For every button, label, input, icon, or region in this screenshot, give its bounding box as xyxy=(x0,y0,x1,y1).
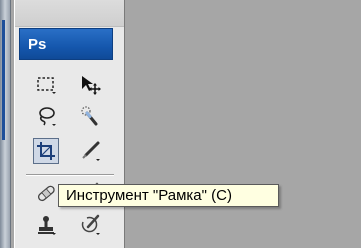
lasso-icon xyxy=(39,107,56,126)
history-brush-tool[interactable] xyxy=(77,212,103,238)
marquee-icon xyxy=(37,77,56,94)
rectangular-marquee-tool[interactable] xyxy=(33,71,59,97)
crop-tool[interactable] xyxy=(33,138,59,164)
slice-icon xyxy=(82,141,100,161)
lasso-tool[interactable] xyxy=(33,103,59,129)
crop-icon xyxy=(37,142,55,160)
tooltip-text: Инструмент "Рамка" (C) xyxy=(66,187,232,204)
quick-selection-tool[interactable] xyxy=(77,103,103,129)
slice-tool[interactable] xyxy=(77,138,103,164)
move-tool[interactable] xyxy=(77,71,103,97)
window-left-border xyxy=(0,0,11,248)
quick-selection-icon xyxy=(81,106,98,126)
tools-separator xyxy=(26,174,114,176)
spot-healing-brush-tool[interactable] xyxy=(33,180,59,206)
move-icon xyxy=(82,76,101,95)
bandage-icon xyxy=(37,185,55,202)
tools-panel-header[interactable] xyxy=(15,0,124,27)
stamp-icon xyxy=(38,216,56,235)
history-brush-icon xyxy=(81,214,100,235)
logo-text: Ps xyxy=(28,36,47,53)
clone-stamp-tool[interactable] xyxy=(33,212,59,238)
crop-tool-tooltip: Инструмент "Рамка" (C) xyxy=(58,184,279,207)
photoshop-logo: Ps xyxy=(19,28,113,60)
